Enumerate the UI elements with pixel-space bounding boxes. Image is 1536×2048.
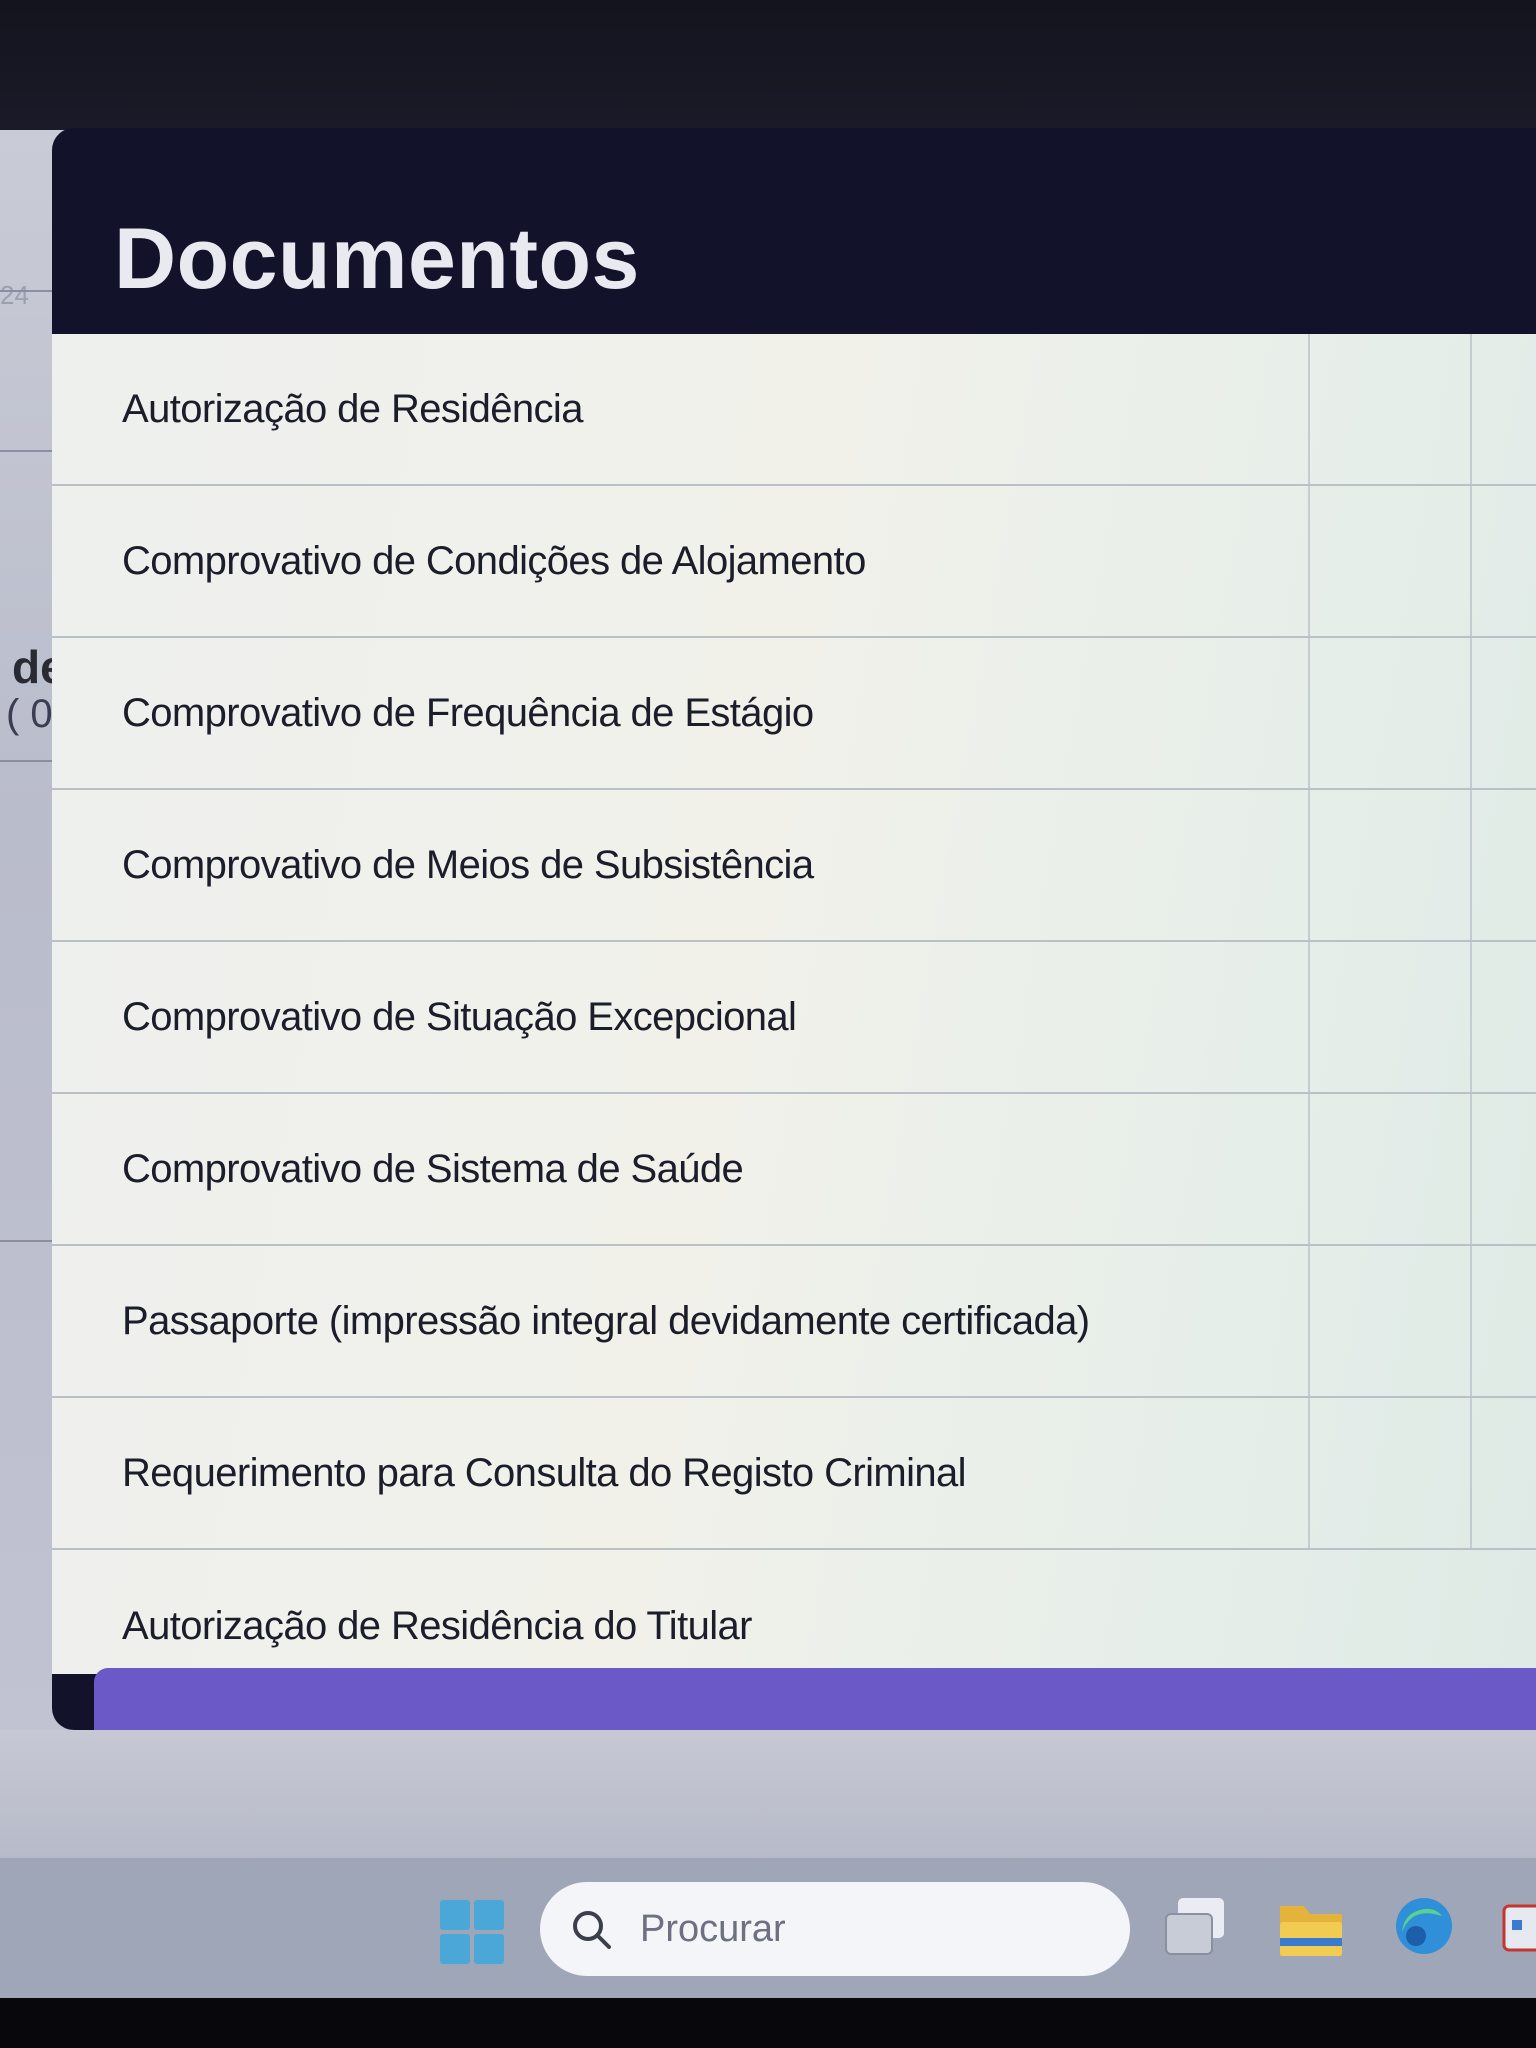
modal-action-button[interactable]	[94, 1668, 1536, 1730]
document-row[interactable]: Passaporte (impressão integral devidamen…	[52, 1246, 1536, 1398]
task-view-icon[interactable]	[1162, 1892, 1232, 1964]
document-row[interactable]: Requerimento para Consulta do Registo Cr…	[52, 1398, 1536, 1550]
document-row[interactable]: Comprovativo de Condições de Alojamento	[52, 486, 1536, 638]
search-icon	[573, 1911, 611, 1949]
column-divider	[1470, 1398, 1472, 1548]
column-divider	[1308, 1094, 1310, 1244]
document-label: Comprovativo de Frequência de Estágio	[122, 690, 814, 735]
document-label: Autorização de Residência	[122, 386, 583, 431]
column-divider	[1470, 1094, 1472, 1244]
documents-modal: Documentos Autorização de Residência Com…	[52, 128, 1536, 1730]
modal-title: Documentos	[114, 211, 640, 307]
column-divider	[1308, 790, 1310, 940]
search-placeholder: Procurar	[640, 1907, 786, 1950]
column-divider	[1470, 334, 1472, 484]
document-label: Requerimento para Consulta do Registo Cr…	[122, 1450, 967, 1495]
document-row[interactable]: Comprovativo de Situação Excepcional	[52, 942, 1536, 1094]
store-icon[interactable]	[1500, 1892, 1536, 1964]
page-backdrop	[0, 1730, 1536, 1860]
column-divider	[1470, 790, 1472, 940]
column-divider	[1470, 486, 1472, 636]
column-divider	[1308, 1398, 1310, 1548]
document-label: Comprovativo de Sistema de Saúde	[122, 1146, 744, 1191]
column-divider	[1470, 1246, 1472, 1396]
document-label: Comprovativo de Situação Excepcional	[122, 994, 797, 1039]
document-row[interactable]: Comprovativo de Frequência de Estágio	[52, 638, 1536, 790]
taskbar: Procurar	[0, 1858, 1536, 1998]
document-row[interactable]: Autorização de Residência	[52, 334, 1536, 486]
edge-browser-icon[interactable]	[1390, 1892, 1460, 1964]
document-label: Comprovativo de Meios de Subsistência	[122, 842, 814, 887]
screen-bezel	[0, 1998, 1536, 2048]
document-row[interactable]: Comprovativo de Meios de Subsistência	[52, 790, 1536, 942]
column-divider	[1470, 638, 1472, 788]
background-text: ( 0	[6, 692, 53, 736]
taskbar-search[interactable]: Procurar	[540, 1882, 1130, 1976]
column-divider	[1308, 1246, 1310, 1396]
column-divider	[1308, 638, 1310, 788]
file-explorer-icon[interactable]	[1276, 1892, 1346, 1964]
column-divider	[1470, 942, 1472, 1092]
documents-list: Autorização de Residência Comprovativo d…	[52, 334, 1536, 1674]
background-text: 24	[0, 280, 29, 310]
column-divider	[1308, 334, 1310, 484]
document-row[interactable]: Comprovativo de Sistema de Saúde	[52, 1094, 1536, 1246]
document-label: Comprovativo de Condições de Alojamento	[122, 538, 866, 583]
column-divider	[1308, 486, 1310, 636]
column-divider	[1308, 942, 1310, 1092]
windows-start-icon[interactable]	[438, 1898, 506, 1966]
screen: 24 de ( 0 Documentos Autorização de Resi…	[0, 0, 1536, 2048]
document-label: Passaporte (impressão integral devidamen…	[122, 1298, 1090, 1343]
